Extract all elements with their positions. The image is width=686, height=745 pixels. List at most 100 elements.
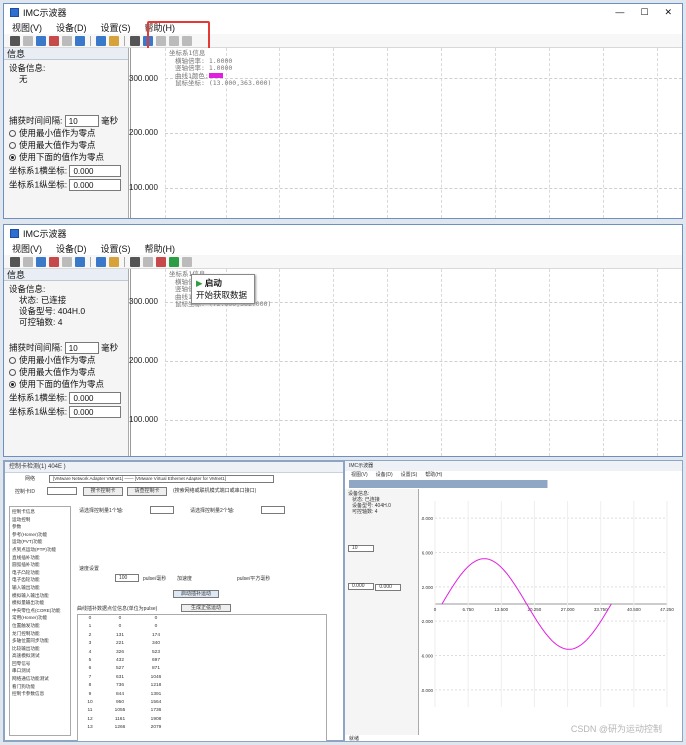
function-list-item[interactable]: 输入输出功能: [12, 584, 68, 592]
coord-v-input[interactable]: 0.000: [69, 406, 122, 418]
menu-device[interactable]: 设备(D): [376, 472, 393, 478]
axis2-select[interactable]: [261, 506, 285, 514]
coord-v-input[interactable]: 0.000: [69, 179, 122, 191]
zoom-out-icon[interactable]: [62, 256, 72, 267]
menu-device[interactable]: 设备(D): [56, 242, 87, 255]
axis-icon[interactable]: [23, 256, 33, 267]
function-list-item[interactable]: 模拟量输出功能: [12, 599, 68, 607]
menu-help[interactable]: 帮助(H): [425, 472, 442, 478]
radio-custom-zero[interactable]: 使用下面的值作为零点: [9, 378, 123, 390]
axis-icon[interactable]: [23, 35, 33, 46]
minimize-icon[interactable]: —: [615, 7, 624, 18]
print-icon[interactable]: [130, 35, 140, 46]
menu-settings[interactable]: 设置(S): [401, 472, 418, 478]
function-list-item[interactable]: 多轴位置同步功能: [12, 637, 68, 645]
maximize-icon[interactable]: ☐: [640, 7, 648, 18]
gen-sine-button[interactable]: 生成正弦运动: [181, 604, 231, 612]
function-list-item[interactable]: 点到点运动(PTP)功能: [12, 546, 68, 554]
help-icon[interactable]: [75, 256, 85, 267]
function-list-item[interactable]: 控制卡参数信息: [12, 690, 68, 698]
coord-h-input[interactable]: 0.000: [69, 392, 122, 404]
radio-min-zero[interactable]: 使用最小值作为零点: [9, 354, 123, 366]
plot-area[interactable]: 300.000 200.000 100.000 坐标系1信息 横轴倍率: 1.0…: [129, 48, 682, 218]
y-tick: 300.000: [129, 297, 158, 306]
save-icon[interactable]: [96, 256, 106, 267]
function-list-item[interactable]: 控制卡信息: [12, 508, 68, 516]
y-tick-label: 2.000: [422, 585, 434, 590]
speed-input[interactable]: 100: [115, 574, 139, 582]
connect-icon[interactable]: [10, 35, 20, 46]
function-list-item[interactable]: 电子凸轮功能: [12, 569, 68, 577]
help-icon[interactable]: [75, 35, 85, 46]
interp-data-table[interactable]: 0 0 0 1 0 0 2 131 174 3 221 340 4 326 523 5 432 697 6 527 87…: [77, 614, 327, 741]
connect-icon[interactable]: [10, 256, 20, 267]
menu-help[interactable]: 帮助(H): [145, 242, 176, 255]
function-list[interactable]: 控制卡信息 运动控制 参数 参考(Homer)功能 运动(PVT)功能 点到点运动(PTP…: [9, 506, 71, 736]
open-icon[interactable]: [109, 35, 119, 46]
function-list-item[interactable]: 中央零位点(CORE)功能: [12, 607, 68, 615]
function-list-item[interactable]: 位置触发功能: [12, 622, 68, 630]
function-list-item[interactable]: 网络通信功能测试: [12, 675, 68, 683]
info-panel: 设备信息: 状态: 已连接 设备型号: 404H.0 可控轴数: 4 10 0.…: [345, 489, 419, 735]
function-list-item[interactable]: 参数: [12, 523, 68, 531]
function-list-item[interactable]: 回零信号: [12, 660, 68, 668]
coord-h-input[interactable]: 0.000: [348, 583, 374, 590]
function-list-item[interactable]: 运动控制: [12, 516, 68, 524]
window-title: IMC示波器: [23, 228, 67, 239]
function-list-item[interactable]: 模拟输入输出功能: [12, 592, 68, 600]
interval-input[interactable]: 10: [348, 545, 374, 552]
table-cell: 1266: [114, 725, 126, 731]
zoom-in-icon[interactable]: [49, 35, 59, 46]
function-list-item[interactable]: 常用(Homer)功能: [12, 614, 68, 622]
coord-v-input[interactable]: 0.000: [375, 584, 402, 591]
print-icon[interactable]: [130, 256, 140, 267]
coord-h-input[interactable]: 0.000: [69, 165, 122, 177]
info-icon[interactable]: [36, 256, 46, 267]
function-list-item[interactable]: 比较输出功能: [12, 645, 68, 653]
save-icon[interactable]: [96, 35, 106, 46]
axis1-label: 请选择控制量1个轴:: [79, 508, 124, 514]
function-list-item[interactable]: 电子齿轮功能: [12, 576, 68, 584]
interval-input[interactable]: 10: [64, 342, 99, 354]
function-list-item[interactable]: 参考(Homer)功能: [12, 531, 68, 539]
sine-plot[interactable]: 10.0006.0002.000-2.000-6.000-10.00006.75…: [421, 489, 683, 735]
info-icon[interactable]: [36, 35, 46, 46]
watermark: CSDN @研为运动控制: [570, 724, 662, 734]
zoom-out-icon[interactable]: [62, 35, 72, 46]
start-interp-button[interactable]: 启动插补运动: [173, 590, 219, 598]
function-list-item[interactable]: 圆弧插补功能: [12, 561, 68, 569]
menu-settings[interactable]: 设置(S): [101, 242, 131, 255]
table-row: 2 131 174: [78, 632, 326, 640]
menu-device[interactable]: 设备(D): [56, 21, 87, 34]
radio-max-zero[interactable]: 使用最大值作为零点: [9, 366, 123, 378]
open-icon[interactable]: [109, 256, 119, 267]
radio-max-zero[interactable]: 使用最大值作为零点: [9, 139, 123, 151]
function-list-item[interactable]: 高速模拟测试: [12, 652, 68, 660]
function-list-item[interactable]: 直线插补功能: [12, 554, 68, 562]
settings-icon[interactable]: [156, 256, 166, 267]
menu-view[interactable]: 视图(V): [12, 242, 42, 255]
table-cell: 6: [88, 666, 92, 672]
start-icon[interactable]: [169, 256, 179, 267]
stop-icon[interactable]: [182, 256, 192, 267]
axis2-label: 请选择控制量2个轴:: [190, 508, 235, 514]
ctrl-id-input[interactable]: [47, 487, 77, 495]
function-list-item[interactable]: 串口测试: [12, 667, 68, 675]
menu-view[interactable]: 视图(V): [351, 472, 368, 478]
function-list-item[interactable]: 龙门控制功能: [12, 630, 68, 638]
menu-settings[interactable]: 设置(S): [101, 21, 131, 34]
capture-icon[interactable]: [143, 256, 153, 267]
menu-view[interactable]: 视图(V): [12, 21, 42, 34]
x-tick-label: 27.000: [561, 607, 575, 612]
interval-input[interactable]: 10: [64, 115, 99, 127]
radio-custom-zero[interactable]: 使用下面的值作为零点: [9, 151, 123, 163]
net-select[interactable]: [VMware Network Adapter VMnet1] —— [VMwa…: [49, 475, 274, 483]
zoom-in-icon[interactable]: [49, 256, 59, 267]
search-card-button[interactable]: 搜卡控制卡: [83, 487, 123, 496]
radio-min-zero[interactable]: 使用最小值作为零点: [9, 127, 123, 139]
query-card-button[interactable]: 请查控制卡: [127, 487, 167, 496]
function-list-item[interactable]: 运动(PVT)功能: [12, 538, 68, 546]
function-list-item[interactable]: 看门狗功能: [12, 683, 68, 691]
axis1-select[interactable]: [150, 506, 174, 514]
close-icon[interactable]: ✕: [664, 7, 672, 18]
